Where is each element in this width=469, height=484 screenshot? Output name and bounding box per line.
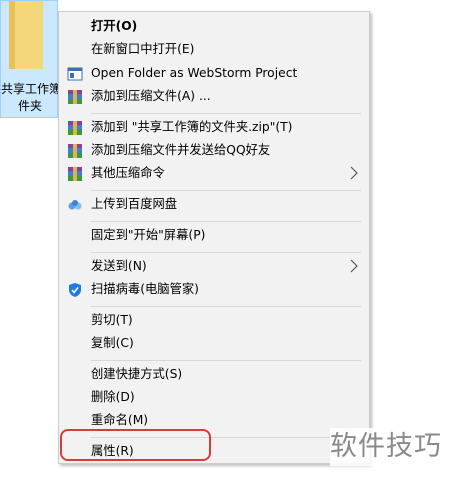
webstorm-icon (67, 67, 83, 81)
menu-separator (91, 221, 361, 222)
menu-item-create-shortcut[interactable]: 创建快捷方式(S) (59, 363, 369, 386)
menu-item-label: 添加到压缩文件并发送给QQ好友 (91, 143, 271, 157)
menu-item-label: 其他压缩命令 (91, 166, 165, 180)
menu-item-label: 在新窗口中打开(E) (91, 42, 195, 56)
menu-separator (91, 113, 361, 114)
menu-item-send-to[interactable]: 发送到(N) (59, 255, 369, 278)
highlight-ring (60, 429, 211, 461)
menu-item-open[interactable]: 打开(O) (59, 15, 369, 38)
menu-item-upload-baidu[interactable]: 上传到百度网盘 (59, 193, 369, 216)
menu-separator (91, 190, 361, 191)
menu-item-label: 删除(D) (91, 390, 135, 404)
menu-item-label: 发送到(N) (91, 259, 147, 273)
archive-icon (68, 167, 82, 181)
menu-item-open-new-window[interactable]: 在新窗口中打开(E) (59, 38, 369, 61)
menu-item-open-webstorm[interactable]: Open Folder as WebStorm Project (59, 62, 369, 85)
shield-icon (69, 283, 81, 297)
menu-item-label: 创建快捷方式(S) (91, 367, 183, 381)
menu-separator (91, 306, 361, 307)
folder-label: 共享工作簿 件夹 (1, 81, 59, 115)
chevron-right-icon (350, 166, 358, 180)
folder-label-line2: 件夹 (17, 99, 42, 113)
menu-item-label: 扫描病毒(电脑管家) (91, 282, 199, 296)
menu-item-add-to-zip[interactable]: 添加到 "共享工作簿的文件夹.zip"(T) (59, 116, 369, 139)
menu-item-label: 剪切(T) (91, 313, 133, 327)
menu-item-cut[interactable]: 剪切(T) (59, 309, 369, 332)
menu-item-add-archive[interactable]: 添加到压缩文件(A) ... (59, 85, 369, 108)
menu-item-label: 添加到 "共享工作簿的文件夹.zip"(T) (91, 120, 293, 134)
context-menu: 打开(O) 在新窗口中打开(E) Open Folder as WebStorm… (58, 11, 370, 464)
menu-item-add-send-qq[interactable]: 添加到压缩文件并发送给QQ好友 (59, 139, 369, 162)
archive-icon (68, 121, 82, 135)
menu-item-label: 固定到"开始"屏幕(P) (91, 228, 206, 242)
baidu-netdisk-icon (68, 200, 82, 210)
menu-item-scan-virus[interactable]: 扫描病毒(电脑管家) (59, 278, 369, 301)
selected-folder[interactable]: 共享工作簿 件夹 (0, 0, 59, 118)
menu-item-pin-start[interactable]: 固定到"开始"屏幕(P) (59, 224, 369, 247)
folder-icon (9, 1, 43, 69)
menu-item-more-compress[interactable]: 其他压缩命令 (59, 162, 369, 185)
menu-item-delete[interactable]: 删除(D) (59, 386, 369, 409)
menu-item-label: 添加到压缩文件(A) ... (91, 89, 211, 103)
menu-item-label: Open Folder as WebStorm Project (91, 66, 298, 80)
archive-icon (68, 90, 82, 104)
menu-item-copy[interactable]: 复制(C) (59, 332, 369, 355)
menu-item-label: 复制(C) (91, 336, 134, 350)
chevron-right-icon (350, 259, 358, 273)
menu-separator (91, 252, 361, 253)
folder-label-line1: 共享工作簿 (1, 82, 59, 96)
menu-separator (91, 360, 361, 361)
menu-item-label: 打开(O) (91, 19, 138, 33)
watermark: 软件技巧 (330, 428, 469, 466)
menu-item-label: 上传到百度网盘 (91, 197, 178, 211)
archive-icon (68, 144, 82, 158)
